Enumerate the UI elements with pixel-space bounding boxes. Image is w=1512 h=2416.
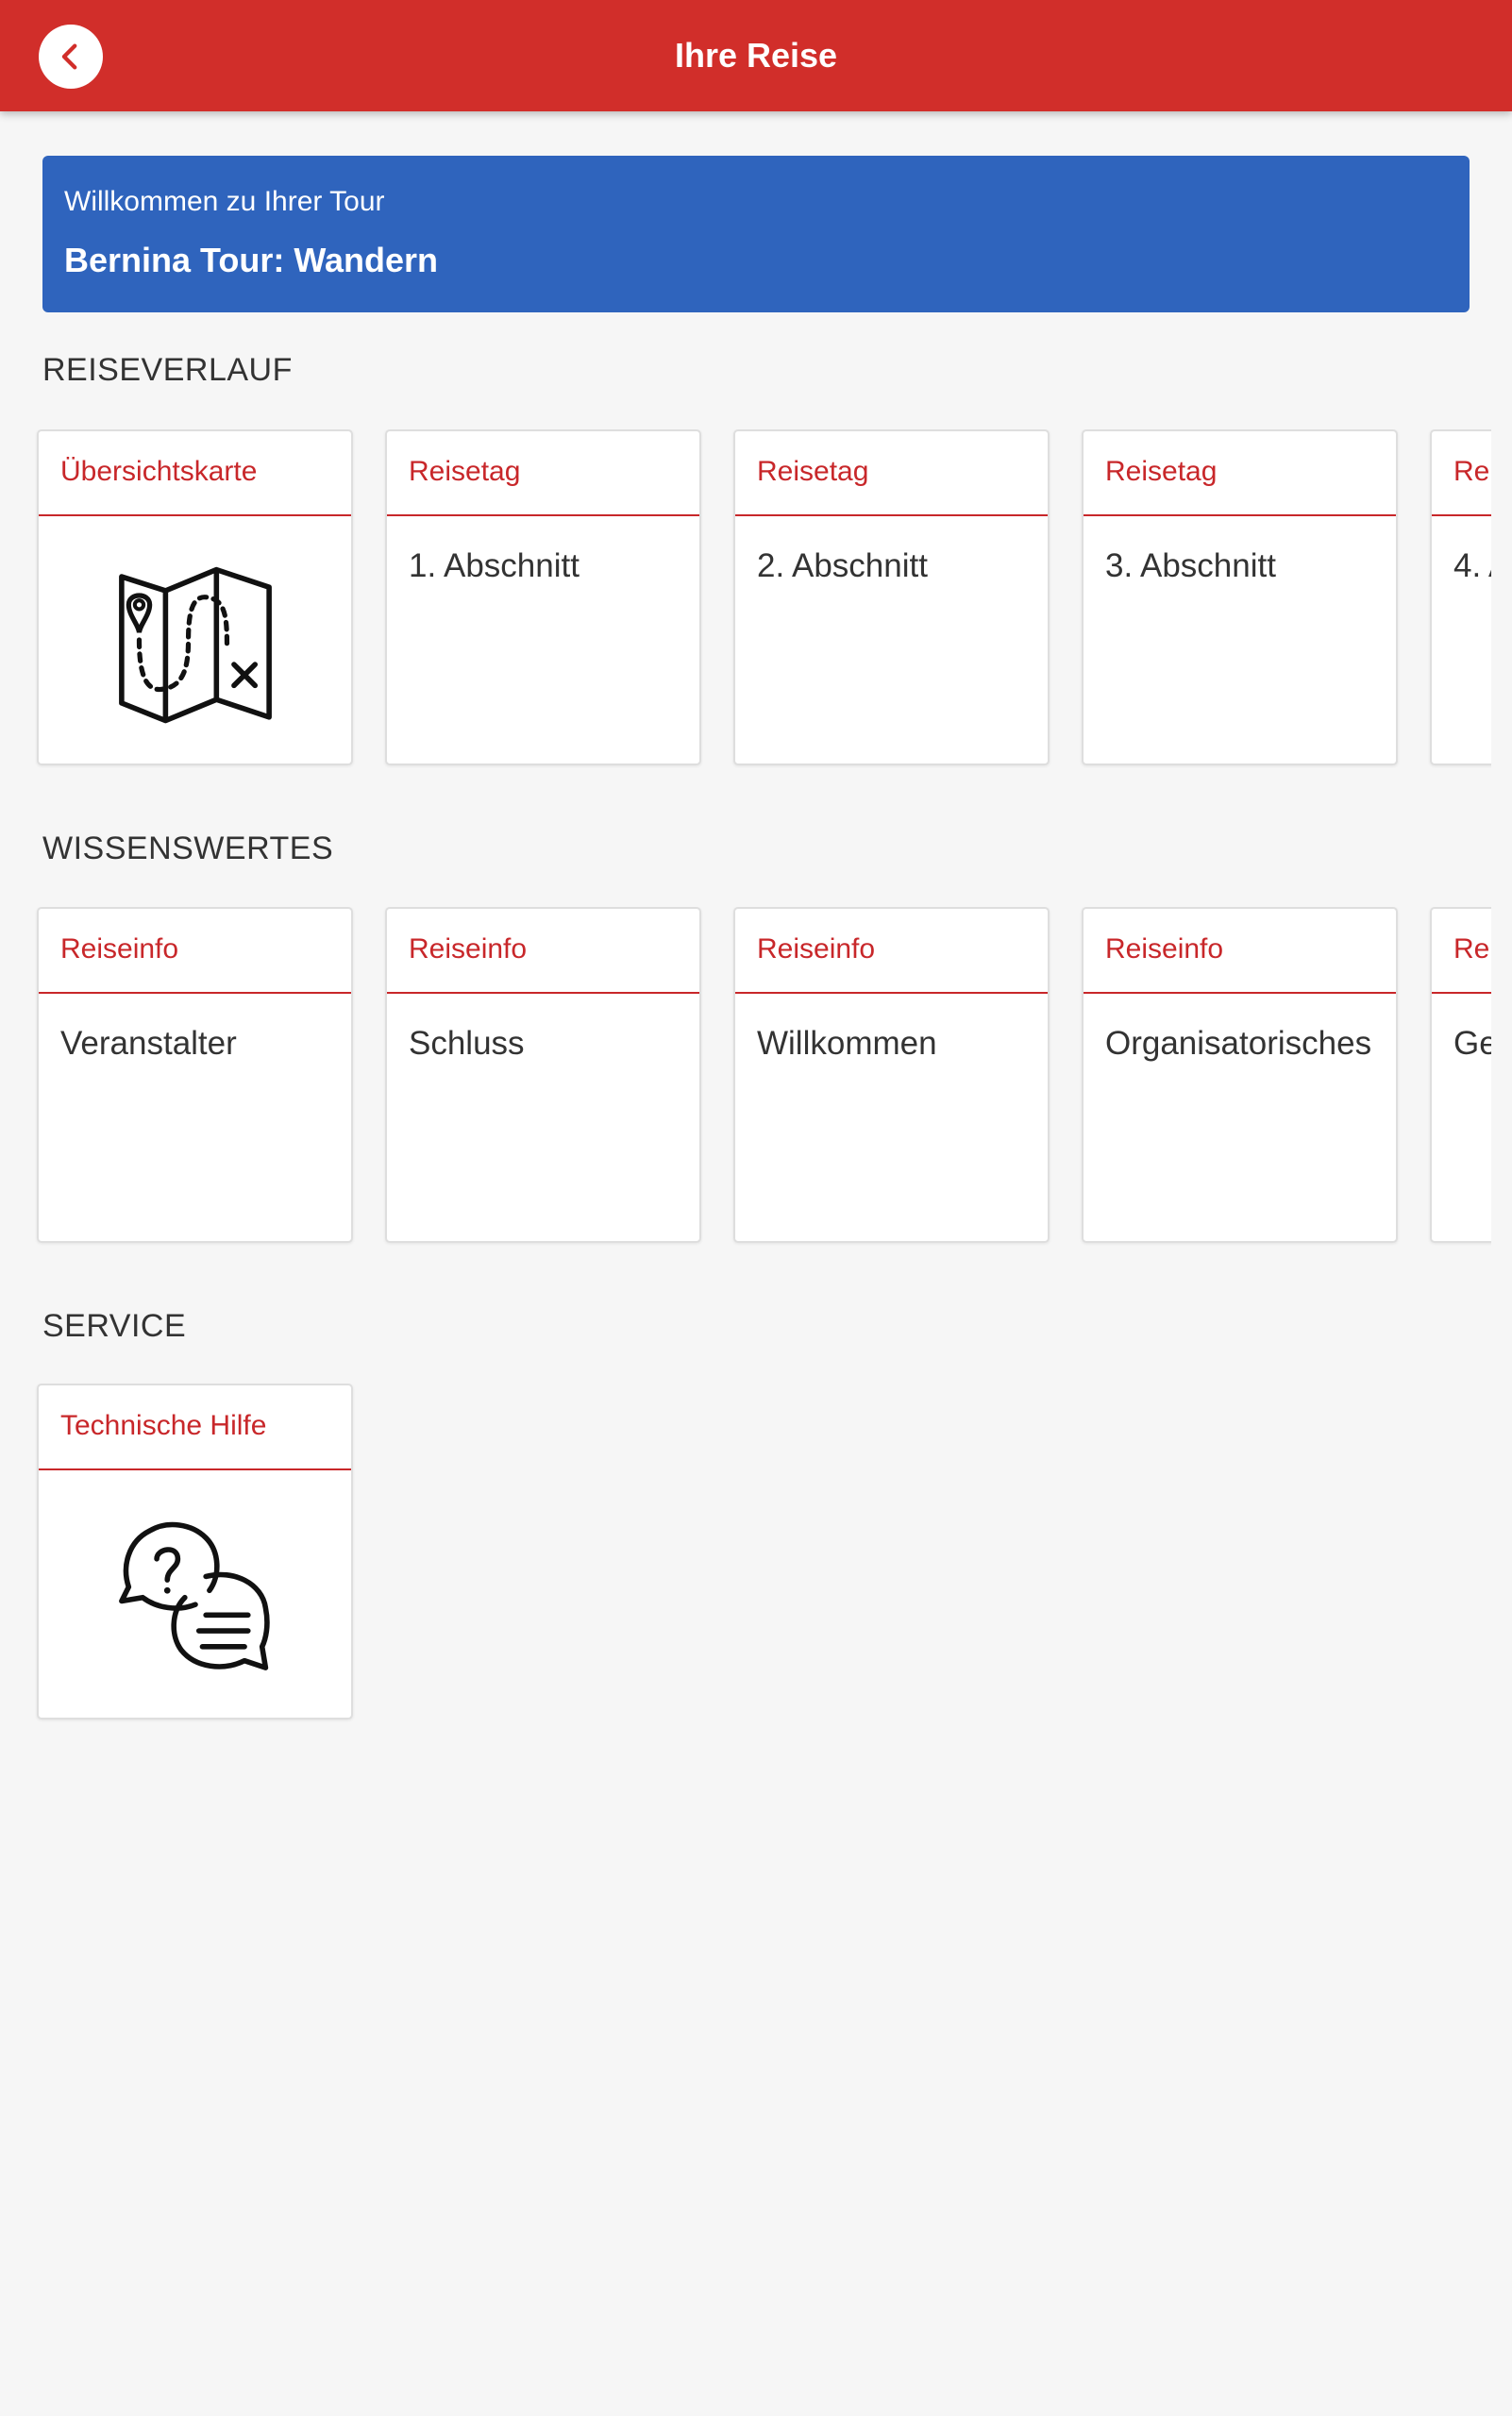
help-chat-icon xyxy=(118,1521,270,1670)
card-title: Willkommen xyxy=(757,1025,937,1062)
card-divider xyxy=(39,992,351,994)
card-title: Ge xyxy=(1453,1025,1491,1062)
section-heading-info: WISSENSWERTES xyxy=(42,830,334,866)
card-divider xyxy=(735,992,1048,994)
card-info-organizer[interactable]: Reiseinfo Veranstalter xyxy=(37,907,353,1243)
card-title: 4. Abschnitt xyxy=(1453,547,1491,584)
card-category: Reisetag xyxy=(1105,456,1218,487)
card-travel-day-1[interactable]: Reisetag 1. Abschnitt xyxy=(385,429,701,765)
card-divider xyxy=(1432,992,1491,994)
card-category: Technische Hilfe xyxy=(60,1410,267,1441)
card-divider xyxy=(1432,514,1491,516)
card-info-end[interactable]: Reiseinfo Schluss xyxy=(385,907,701,1243)
card-title: 1. Abschnitt xyxy=(409,547,580,584)
card-category: Reiseinfo xyxy=(1453,933,1491,965)
card-travel-day-2[interactable]: Reisetag 2. Abschnitt xyxy=(733,429,1050,765)
card-title: Organisatorisches xyxy=(1105,1025,1372,1062)
tour-title: Bernina Tour: Wandern xyxy=(64,241,438,279)
card-divider xyxy=(387,992,699,994)
welcome-subtitle: Willkommen zu Ihrer Tour xyxy=(64,186,385,217)
card-divider xyxy=(387,514,699,516)
card-overview-map[interactable]: Übersichtskarte xyxy=(37,429,353,765)
card-category: Übersichtskarte xyxy=(60,456,258,487)
app-bar: Ihre Reise xyxy=(0,0,1512,111)
card-divider xyxy=(1084,514,1396,516)
card-category: Reiseinfo xyxy=(60,933,179,965)
card-info-organizational[interactable]: Reiseinfo Organisatorisches xyxy=(1082,907,1398,1243)
card-divider xyxy=(735,514,1048,516)
welcome-banner: Willkommen zu Ihrer Tour Bernina Tour: W… xyxy=(42,156,1470,312)
itinerary-card-row[interactable]: Übersichtskarte Reisetag 1. Abschnitt Re… xyxy=(0,429,1491,771)
section-heading-service: SERVICE xyxy=(42,1308,187,1344)
card-category: Reiseinfo xyxy=(1105,933,1224,965)
map-icon xyxy=(118,566,272,724)
card-category: Reiseinfo xyxy=(409,933,528,965)
section-heading-itinerary: REISEVERLAUF xyxy=(42,352,293,388)
card-info-partial[interactable]: Reiseinfo Ge xyxy=(1430,907,1491,1243)
card-title: Veranstalter xyxy=(60,1025,237,1062)
service-card-row: Technische Hilfe xyxy=(0,1384,1491,1725)
card-category: Reisetag xyxy=(1453,456,1491,487)
card-title: 3. Abschnitt xyxy=(1105,547,1276,584)
card-info-welcome[interactable]: Reiseinfo Willkommen xyxy=(733,907,1050,1243)
card-divider xyxy=(1084,992,1396,994)
card-category: Reisetag xyxy=(409,456,521,487)
card-category: Reisetag xyxy=(757,456,869,487)
card-title: Schluss xyxy=(409,1025,525,1062)
info-card-row[interactable]: Reiseinfo Veranstalter Reiseinfo Schluss… xyxy=(0,907,1491,1249)
page-title: Ihre Reise xyxy=(674,36,838,75)
card-technical-help[interactable]: Technische Hilfe xyxy=(37,1384,353,1720)
card-travel-day-3[interactable]: Reisetag 3. Abschnitt xyxy=(1082,429,1398,765)
card-category: Reiseinfo xyxy=(757,933,876,965)
card-title: 2. Abschnitt xyxy=(757,547,928,584)
card-travel-day-4[interactable]: Reisetag 4. Abschnitt xyxy=(1430,429,1491,765)
